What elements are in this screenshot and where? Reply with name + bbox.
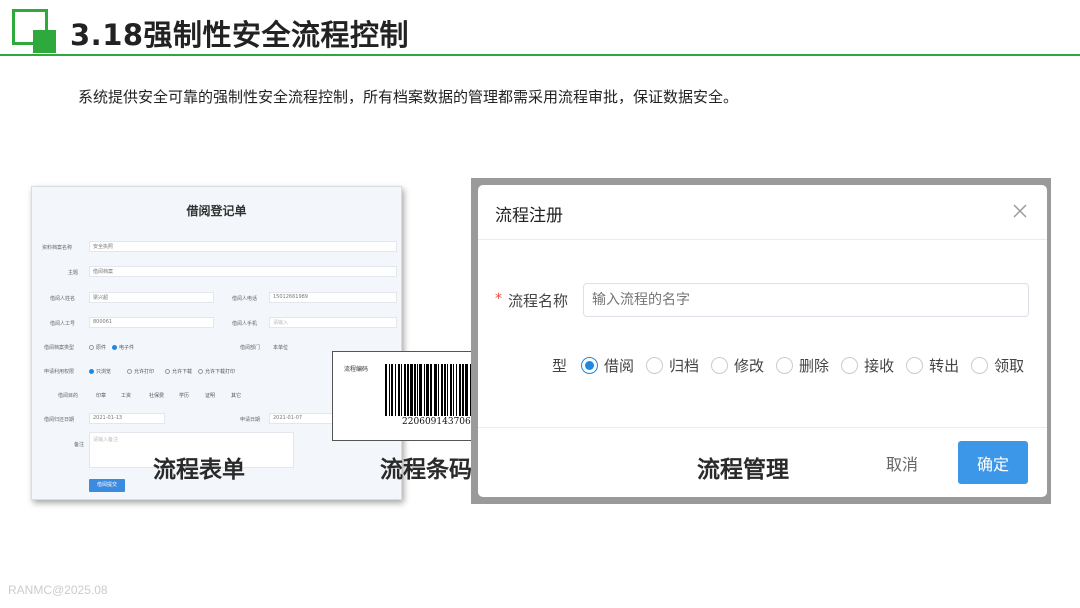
- type-radio-electronic[interactable]: 电子件: [112, 344, 134, 351]
- perm-radio-view[interactable]: 只浏览: [89, 368, 111, 375]
- apply-date-input[interactable]: 2021-01-07: [269, 413, 333, 424]
- radio-type-collect[interactable]: 领取: [971, 355, 1024, 376]
- radio-type-transfer[interactable]: 转出: [906, 355, 959, 376]
- return-date-label: 借阅归还日期: [44, 417, 75, 423]
- purpose-opt[interactable]: 印章: [96, 392, 106, 399]
- mobile-input[interactable]: 请输入: [269, 317, 397, 328]
- confirm-button[interactable]: 确定: [958, 441, 1028, 484]
- empid-label: 借阅人工号: [50, 321, 76, 327]
- radio-circle: [841, 357, 859, 374]
- radio-type-receive[interactable]: 接收: [841, 355, 894, 376]
- type-label: 借阅档案类型: [44, 345, 75, 351]
- radio-type-delete[interactable]: 删除: [776, 355, 829, 376]
- subject-label: 主题: [68, 270, 79, 276]
- logo-icon: [12, 9, 56, 53]
- process-type-radio-group: 借阅 归档 修改 删除 接收 转出 领取: [581, 355, 1036, 376]
- perm-radio-download[interactable]: 允许下载: [165, 368, 192, 375]
- radio-type-borrow[interactable]: 借阅: [581, 355, 634, 376]
- subject-input[interactable]: 借阅档案: [89, 266, 397, 277]
- remark-label: 备注: [74, 442, 85, 448]
- dialog-header-divider: [478, 239, 1047, 240]
- radio-circle: [776, 357, 794, 374]
- purpose-opt[interactable]: 社保费: [149, 392, 164, 399]
- radio-type-modify[interactable]: 修改: [711, 355, 764, 376]
- archive-name-label: 资料档案名称: [42, 245, 73, 251]
- page-title: 3.18强制性安全流程控制: [70, 18, 410, 52]
- page-description: 系统提供安全可靠的强制性安全流程控制，所有档案数据的管理都需采用流程审批，保证数…: [78, 88, 739, 106]
- cancel-button[interactable]: 取消: [886, 451, 918, 475]
- phone-input[interactable]: 15012661989: [269, 292, 397, 303]
- form-submit-button[interactable]: 借阅提交: [89, 479, 125, 492]
- mobile-label: 借阅人手机: [232, 321, 258, 327]
- purpose-opt[interactable]: 学历: [179, 392, 189, 399]
- required-asterisk: *: [495, 291, 502, 307]
- return-date-input[interactable]: 2021-01-13: [89, 413, 165, 424]
- radio-label: 领取: [994, 357, 1025, 375]
- perm-label: 申请利用权限: [44, 369, 75, 375]
- apply-date-label: 申请日期: [240, 417, 261, 423]
- type-radio-original[interactable]: 原件: [89, 344, 106, 351]
- dialog-footer-divider: [478, 427, 1047, 428]
- process-name-label: 流程名称: [508, 292, 569, 310]
- radio-label: 转出: [929, 357, 960, 375]
- perm-radio-download-print[interactable]: 允许下载打印: [198, 368, 235, 375]
- purpose-opt[interactable]: 其它: [231, 392, 241, 399]
- barcode-label: 流程编码: [344, 366, 369, 373]
- purpose-opt[interactable]: 证明: [205, 392, 215, 399]
- perm-radio-print[interactable]: 允许打印: [127, 368, 154, 375]
- purpose-opt[interactable]: 工资: [121, 392, 131, 399]
- close-icon[interactable]: [1011, 202, 1029, 220]
- title-divider: [0, 54, 1080, 56]
- radio-label: 修改: [734, 357, 765, 375]
- purpose-label: 借阅目的: [58, 393, 79, 399]
- radio-label: 借阅: [604, 357, 635, 375]
- unit-value: 本单位: [273, 345, 289, 351]
- caption-dialog: 流程管理: [697, 457, 789, 483]
- radio-circle: [711, 357, 729, 374]
- borrower-label: 借阅人姓名: [50, 296, 76, 302]
- caption-form: 流程表单: [153, 457, 245, 483]
- radio-circle: [906, 357, 924, 374]
- archive-name-input[interactable]: 安全执照: [89, 241, 397, 252]
- process-name-input[interactable]: [583, 283, 1029, 317]
- caption-barcode: 流程条码: [380, 457, 472, 483]
- form-title: 借阅登记单: [186, 204, 247, 218]
- unit-label: 借阅部门: [240, 345, 261, 351]
- radio-label: 删除: [799, 357, 830, 375]
- radio-circle: [971, 357, 989, 374]
- radio-circle: [646, 357, 664, 374]
- radio-type-archive[interactable]: 归档: [646, 355, 699, 376]
- borrower-input[interactable]: 梁兴超: [89, 292, 214, 303]
- watermark: RANMC@2025.08: [8, 583, 108, 597]
- process-type-label: 型: [552, 357, 568, 375]
- radio-label: 归档: [669, 357, 700, 375]
- empid-input[interactable]: 800061: [89, 317, 214, 328]
- radio-circle: [581, 357, 598, 374]
- dialog-title: 流程注册: [495, 206, 563, 226]
- radio-label: 接收: [864, 357, 895, 375]
- phone-label: 借阅人电话: [232, 296, 258, 302]
